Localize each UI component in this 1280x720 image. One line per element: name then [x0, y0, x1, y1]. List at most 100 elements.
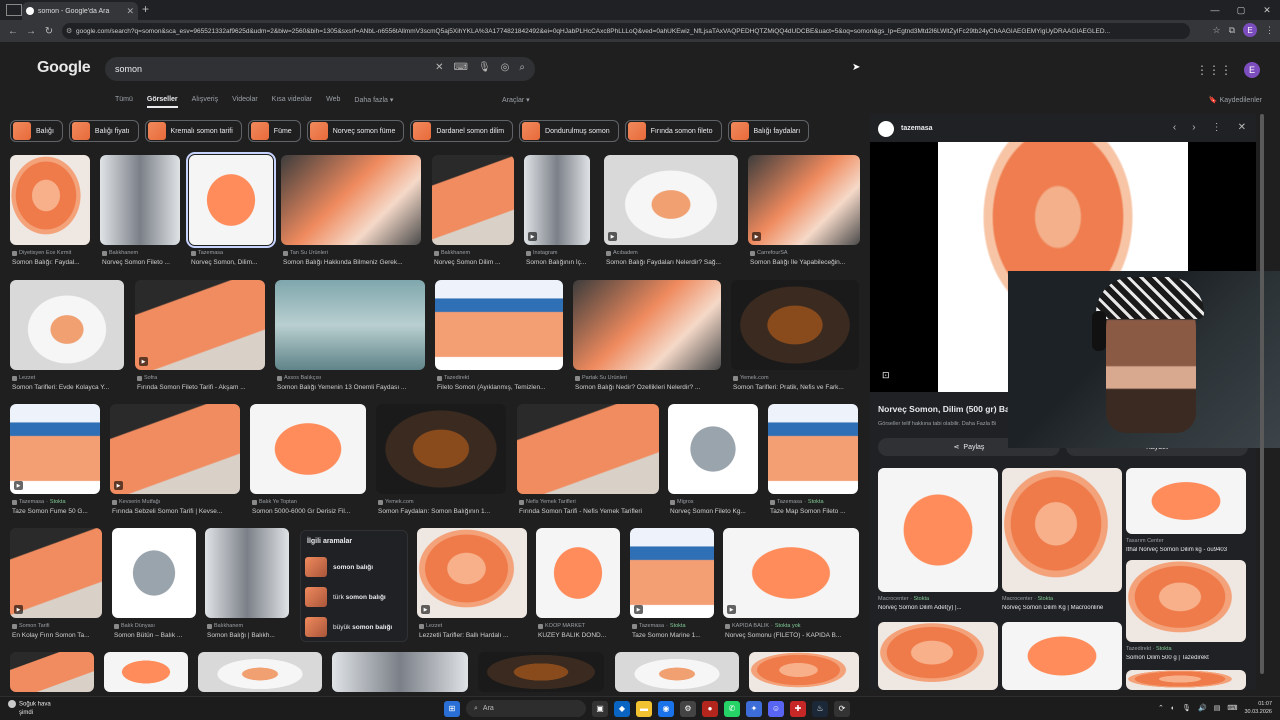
result-source[interactable]: KOOP MARKET [538, 623, 622, 629]
result-title[interactable]: Norveç Somon Fileto Kg... [670, 508, 760, 515]
suggestion-chip[interactable]: Dondurulmuş somon [519, 120, 619, 142]
result-source[interactable]: Sofra [137, 375, 267, 381]
result-title[interactable]: Somon Balığı: Faydal... [12, 259, 92, 266]
suggestion-chip[interactable]: Norveç somon füme [306, 120, 405, 142]
result-title[interactable]: Somon Balığı Faydaları Nelerdir? Sağ... [606, 259, 740, 266]
weather-widget[interactable]: Soğuk hava şimdi [8, 700, 51, 717]
result-source[interactable]: Assos Balıkçısı [277, 375, 427, 381]
result-thumbnail[interactable]: ▶ [630, 528, 714, 618]
next-icon[interactable]: › [1192, 122, 1195, 133]
result-source[interactable]: Tazemasa · Stokta [632, 623, 716, 629]
result-thumbnail[interactable] [478, 652, 604, 692]
result-title[interactable]: Norveç Somon, Dilim... [191, 259, 275, 266]
result-source[interactable]: Balıkhanem [434, 250, 516, 256]
result-title[interactable]: Lezzetli Tarifler: Ballı Hardalı ... [419, 632, 529, 639]
image-result[interactable]: Assos Balıkçısı Somon Balığı Yemenin 13 Ö… [275, 280, 425, 396]
result-source[interactable]: Tazemasa [191, 250, 275, 256]
result-source[interactable]: Partak Su Ürünleri [575, 375, 723, 381]
result-thumbnail[interactable]: ▶ [10, 528, 102, 618]
result-title[interactable]: Fırında Somon Tarifi - Nefis Yemek Tarif… [519, 508, 661, 515]
steam-icon[interactable]: ♨ [812, 700, 828, 717]
result-title[interactable]: Fırında Somon Fileto Tarifi - Akşam ... [137, 384, 267, 391]
result-source[interactable]: Balık Dünyası [114, 623, 198, 629]
bookmark-star-icon[interactable]: ☆ [1212, 25, 1220, 36]
file-explorer-icon[interactable]: ▬ [636, 700, 652, 717]
search-input[interactable]: somon ✕ ⌨ 🎙 ◎ ⌕ [105, 57, 535, 81]
result-source[interactable]: Balıkhanem [102, 250, 182, 256]
result-title[interactable]: Fırında Sebzeli Somon Tarifi | Kevse... [112, 508, 242, 515]
clock[interactable]: 01:07 30.03.2026 [1244, 700, 1272, 716]
tools-button[interactable]: Araçlar ▾ [502, 96, 530, 104]
tab-images[interactable]: Görseller [146, 96, 178, 108]
keyboard-layout-icon[interactable]: ⌨ [1227, 704, 1237, 712]
result-thumbnail[interactable]: ▶ [417, 528, 527, 618]
result-source[interactable]: Tazemasa · Stokta [770, 499, 860, 505]
prev-icon[interactable]: ‹ [1173, 122, 1176, 133]
image-result[interactable]: Partak Su Ürünleri Somon Balığı Nedir? Öz… [573, 280, 721, 396]
search-icon[interactable]: ⌕ [519, 62, 525, 73]
forward-icon[interactable]: → [22, 26, 40, 37]
apps-grid-icon[interactable]: ⋮⋮⋮ [1196, 63, 1232, 77]
similar-thumbnail[interactable] [1126, 560, 1246, 642]
extensions-icon[interactable]: ⧉ [1229, 25, 1235, 36]
result-title[interactable]: Somon Balığı Yemenin 13 Önemli Faydası .… [277, 384, 427, 391]
result-title[interactable]: Norveç Somon Dilim ... [434, 259, 516, 266]
image-result[interactable]: ▶ Somon Tarifi En Kolay Fırın Somon Ta... [10, 528, 102, 644]
network-icon[interactable]: ▤ [1214, 704, 1221, 712]
result-title[interactable]: Taze Map Somon Fileto ... [770, 508, 860, 515]
preview-title[interactable]: Norveç Somon, Dilim (500 gr) Ba [878, 404, 1010, 414]
tab-shopping[interactable]: Alışveriş [192, 96, 218, 108]
image-result[interactable]: ▶ Acıbadem Somon Balığı Faydaları Nelerdir… [604, 155, 738, 271]
similar-thumbnail[interactable] [1126, 670, 1246, 690]
result-thumbnail[interactable]: ▶ [723, 528, 859, 618]
site-info-icon[interactable]: ⚙ [66, 27, 72, 35]
result-title[interactable]: Somon Balığı | Balıkh... [207, 632, 291, 639]
tab-all[interactable]: Tümü [115, 96, 133, 108]
result-thumbnail[interactable] [100, 155, 180, 245]
result-thumbnail[interactable] [517, 404, 659, 494]
suggestion-chip[interactable]: Balığı [10, 120, 63, 142]
result-title[interactable]: Fileto Somon (Ayıklanmış, Temizlen... [437, 384, 565, 391]
tab-short-videos[interactable]: Kısa videolar [272, 96, 312, 108]
result-title[interactable]: Taze Somon Fume 50 G... [12, 508, 102, 515]
image-result[interactable]: Nefis Yemek Tarifleri Fırında Somon Tarif… [517, 404, 659, 520]
result-title[interactable]: Somon Balığının İç... [526, 259, 592, 266]
similar-thumbnail[interactable] [878, 622, 998, 690]
new-tab-button[interactable]: + [142, 2, 149, 16]
result-thumbnail[interactable] [768, 404, 858, 494]
tab-web[interactable]: Web [326, 96, 340, 108]
image-result[interactable]: Migros Norveç Somon Fileto Kg... [668, 404, 758, 520]
image-result[interactable]: Yemek.com Somon Tarifleri: Pratik, Nefis … [731, 280, 859, 396]
related-search-item[interactable]: büyük somon balığı [303, 615, 407, 639]
result-thumbnail[interactable] [615, 652, 739, 692]
similar-source[interactable]: Macrocenter · Stokta [1002, 596, 1053, 602]
result-source[interactable]: Acıbadem [606, 250, 740, 256]
result-source[interactable]: Lezzet [12, 375, 126, 381]
result-title[interactable]: En Kolay Fırın Somon Ta... [12, 632, 104, 639]
discord-icon[interactable]: ☺ [768, 700, 784, 717]
maximize-icon[interactable]: ▢ [1228, 0, 1254, 20]
result-thumbnail[interactable] [435, 280, 563, 370]
reload-icon[interactable]: ↻ [40, 26, 58, 37]
store-icon[interactable]: ◆ [614, 700, 630, 717]
browser-tab[interactable]: somon - Google'da Ara ✕ [22, 2, 138, 20]
image-result[interactable]: Tazemasa · Stokta Taze Map Somon Fileto ... [768, 404, 858, 520]
result-thumbnail[interactable] [275, 280, 425, 370]
image-result[interactable]: ▶ Instagram Somon Balığının İç... [524, 155, 590, 271]
result-title[interactable]: Somon Faydaları: Somon Balığının 1... [378, 508, 508, 515]
app2-icon[interactable]: ✚ [790, 700, 806, 717]
result-source[interactable]: Lezzet [419, 623, 529, 629]
image-result[interactable]: Tazemasa Norveç Somon, Dilim... [186, 152, 276, 271]
result-source[interactable]: Somon Tarifi [12, 623, 104, 629]
account-avatar[interactable]: E [1244, 62, 1260, 78]
image-result[interactable]: ▶ Kevserin Mutfağı Fırında Sebzeli Somon T… [110, 404, 240, 520]
result-source[interactable]: Migros [670, 499, 760, 505]
volume-icon[interactable]: 🔊 [1198, 704, 1207, 712]
result-thumbnail[interactable] [432, 155, 514, 245]
image-result[interactable]: Lezzet Somon Tarifleri: Evde Kolayca Y... [10, 280, 124, 396]
result-thumbnail[interactable] [205, 528, 289, 618]
suggestion-chip[interactable]: Füme [247, 120, 301, 142]
result-title[interactable]: Somon Balığı İle Yapabileceğin... [750, 259, 862, 266]
result-title[interactable]: Somon Tarifleri: Evde Kolayca Y... [12, 384, 126, 391]
similar-title[interactable]: İthal Norveç Somon Dilim kg - ou9403 [1126, 547, 1246, 553]
